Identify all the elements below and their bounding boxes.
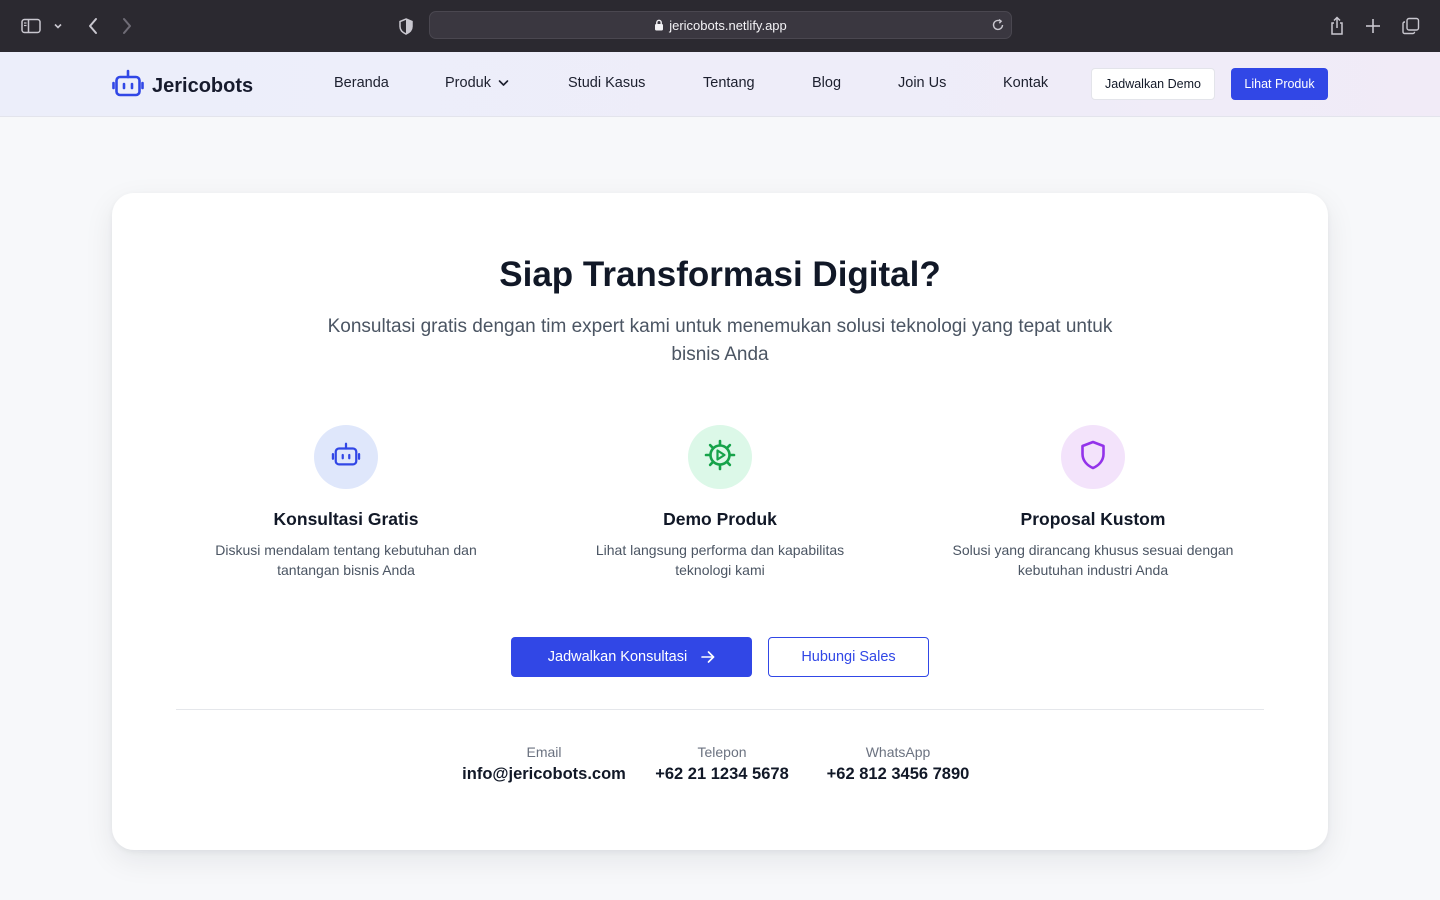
cta-title: Siap Transformasi Digital? xyxy=(499,255,941,294)
feature-konsultasi: Konsultasi Gratis Diskusi mendalam tenta… xyxy=(186,425,506,580)
nav-join-us[interactable]: Join Us xyxy=(898,75,946,91)
nav-studi-kasus[interactable]: Studi Kasus xyxy=(568,75,645,91)
robot-icon xyxy=(331,441,361,474)
contact-value[interactable]: info@jericobots.com xyxy=(462,765,626,784)
forward-arrow-icon[interactable] xyxy=(118,16,136,36)
url-text: jericobots.netlify.app xyxy=(669,17,787,33)
nav-produk[interactable]: Produk xyxy=(445,75,509,91)
brand-name: Jericobots xyxy=(152,75,254,97)
feature-title: Proposal Kustom xyxy=(1020,509,1166,529)
shield-icon xyxy=(1080,440,1106,475)
contact-label: WhatsApp xyxy=(865,744,931,760)
privacy-shield-icon[interactable] xyxy=(397,16,415,36)
nav-beranda[interactable]: Beranda xyxy=(334,75,389,91)
cta-card: Siap Transformasi Digital? Konsultasi gr… xyxy=(112,193,1328,850)
site-header: Jericobots Beranda Produk Studi Kasus Te… xyxy=(0,52,1440,117)
contact-value[interactable]: +62 812 3456 7890 xyxy=(818,765,978,784)
feature-icon-circle xyxy=(314,425,378,489)
feature-description: Diskusi mendalam tentang kebutuhan dan t… xyxy=(215,542,477,578)
contact-email: Email info@jericobots.com xyxy=(462,744,626,784)
schedule-consultation-button[interactable]: Jadwalkan Konsultasi xyxy=(511,637,752,677)
sidebar-toggle-icon[interactable] xyxy=(20,16,42,36)
chevron-down-icon[interactable] xyxy=(52,20,64,32)
feature-title: Demo Produk xyxy=(663,509,777,529)
contact-value[interactable]: +62 21 1234 5678 xyxy=(644,765,800,784)
nav-blog[interactable]: Blog xyxy=(812,75,841,91)
nav-produk-label: Produk xyxy=(445,75,491,91)
contact-label: Email xyxy=(526,744,562,760)
share-icon[interactable] xyxy=(1328,15,1346,37)
view-products-button[interactable]: Lihat Produk xyxy=(1231,68,1328,100)
feature-title: Konsultasi Gratis xyxy=(273,509,419,529)
contact-sales-button[interactable]: Hubungi Sales xyxy=(768,637,929,677)
chevron-down-icon xyxy=(498,79,509,87)
feature-description: Solusi yang dirancang khusus sesuai deng… xyxy=(952,542,1234,578)
gear-play-icon xyxy=(704,439,736,476)
tab-overview-icon[interactable] xyxy=(1401,16,1421,36)
contact-whatsapp: WhatsApp +62 812 3456 7890 xyxy=(818,744,978,784)
nav-kontak[interactable]: Kontak xyxy=(1003,75,1048,91)
button-label: Jadwalkan Konsultasi xyxy=(547,649,688,665)
feature-proposal: Proposal Kustom Solusi yang dirancang kh… xyxy=(933,425,1253,580)
feature-description: Lihat langsung performa dan kapabilitas … xyxy=(595,542,845,578)
new-tab-icon[interactable] xyxy=(1364,16,1382,36)
feature-icon-circle xyxy=(688,425,752,489)
brand-logo[interactable]: Jericobots xyxy=(112,69,253,104)
arrow-right-icon xyxy=(701,651,715,663)
divider xyxy=(176,709,1264,710)
schedule-demo-button[interactable]: Jadwalkan Demo xyxy=(1091,68,1215,100)
feature-icon-circle xyxy=(1061,425,1125,489)
nav-tentang[interactable]: Tentang xyxy=(703,75,755,91)
browser-toolbar: jericobots.netlify.app xyxy=(0,0,1440,52)
back-arrow-icon[interactable] xyxy=(84,16,102,36)
feature-demo: Demo Produk Lihat langsung performa dan … xyxy=(560,425,880,580)
cta-subtitle: Konsultasi gratis dengan tim expert kami… xyxy=(327,316,1113,365)
reload-icon[interactable] xyxy=(991,18,1005,35)
contact-label: Telepon xyxy=(697,744,747,760)
contact-phone: Telepon +62 21 1234 5678 xyxy=(644,744,800,784)
robot-logo-icon xyxy=(112,69,144,104)
lock-icon xyxy=(654,19,664,31)
address-bar[interactable]: jericobots.netlify.app xyxy=(429,11,1012,39)
